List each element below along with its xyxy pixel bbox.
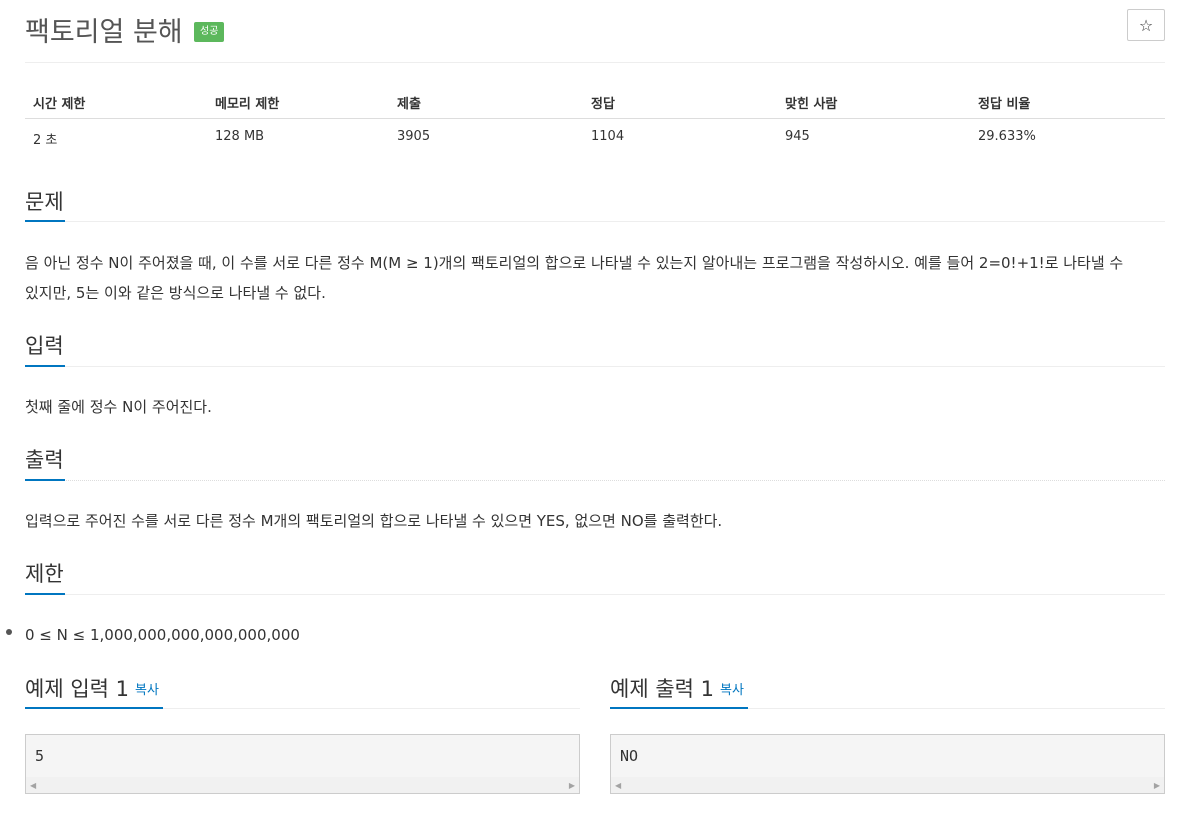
- value-accepted: 1104: [591, 129, 625, 144]
- section-title-input: 입력: [25, 334, 64, 358]
- section-accent: [25, 707, 163, 709]
- star-button[interactable]: ☆: [1127, 9, 1165, 41]
- title-row: 팩토리얼 분해 성공 ☆: [25, 8, 1165, 48]
- value-accept-ratio: 29.633%: [978, 129, 1036, 144]
- value-time-limit: 2 초: [33, 133, 58, 148]
- sample-input-header: 예제 입력 1 복사: [25, 673, 159, 703]
- scroll-right-icon[interactable]: ▶: [1154, 781, 1160, 790]
- section-accent: [25, 220, 65, 222]
- table-row: 2 초 128 MB 3905 1104 945 29.633%: [25, 119, 1165, 151]
- section-divider: [25, 221, 1165, 222]
- section-divider: [25, 594, 1165, 595]
- header-accepted: 정답: [591, 97, 615, 112]
- scroll-right-icon[interactable]: ▶: [569, 781, 575, 790]
- section-accent: [25, 479, 65, 481]
- section-divider: [25, 480, 1165, 481]
- horizontal-scrollbar[interactable]: ◀ ▶: [611, 777, 1164, 793]
- section-title-description: 문제: [25, 190, 64, 214]
- star-icon: ☆: [1138, 15, 1154, 35]
- horizontal-scrollbar[interactable]: ◀ ▶: [26, 777, 579, 793]
- sample-output-box[interactable]: NO ◀ ▶: [610, 734, 1165, 794]
- section-accent: [25, 365, 65, 367]
- section-title-output: 출력: [25, 448, 64, 472]
- copy-output-link[interactable]: 복사: [720, 683, 744, 698]
- status-badge: 성공: [194, 22, 225, 42]
- limit-item: 0 ≤ N ≤ 1,000,000,000,000,000,000: [25, 626, 300, 644]
- bullet-icon: [6, 629, 12, 635]
- description-text: 음 아닌 정수 N이 주어졌을 때, 이 수를 서로 다른 정수 M(M ≥ 1…: [25, 248, 1165, 308]
- value-submissions: 3905: [397, 129, 431, 144]
- sample-output-title: 예제 출력 1: [610, 677, 714, 701]
- sample-output-header: 예제 출력 1 복사: [610, 673, 744, 703]
- description-line: 음 아닌 정수 N이 주어졌을 때, 이 수를 서로 다른 정수 M(M ≥ 1…: [25, 254, 1124, 272]
- table-header-row: 시간 제한 메모리 제한 제출 정답 맞힌 사람 정답 비율: [25, 86, 1165, 119]
- section-accent: [25, 593, 65, 595]
- sample-output-value: NO: [620, 747, 639, 765]
- scroll-left-icon[interactable]: ◀: [30, 781, 36, 790]
- sample-input-box[interactable]: 5 ◀ ▶: [25, 734, 580, 794]
- section-accent: [610, 707, 748, 709]
- divider: [25, 62, 1165, 63]
- section-title-limit: 제한: [25, 562, 64, 586]
- scroll-left-icon[interactable]: ◀: [615, 781, 621, 790]
- header-memory-limit: 메모리 제한: [215, 97, 280, 112]
- value-memory-limit: 128 MB: [215, 129, 265, 144]
- output-text: 입력으로 주어진 수를 서로 다른 정수 M개의 팩토리얼의 합으로 나타낼 수…: [25, 512, 723, 530]
- page-title: 팩토리얼 분해: [25, 17, 183, 48]
- sample-input-title: 예제 입력 1: [25, 677, 129, 701]
- header-submissions: 제출: [397, 97, 421, 112]
- input-text: 첫째 줄에 정수 N이 주어진다.: [25, 398, 212, 416]
- value-solved-users: 945: [785, 129, 810, 144]
- section-divider: [25, 366, 1165, 367]
- header-time-limit: 시간 제한: [33, 97, 86, 112]
- problem-info-table: 시간 제한 메모리 제한 제출 정답 맞힌 사람 정답 비율 2 초 128 M…: [25, 86, 1165, 151]
- copy-input-link[interactable]: 복사: [135, 683, 159, 698]
- header-accept-ratio: 정답 비율: [978, 97, 1031, 112]
- sample-input-value: 5: [35, 747, 45, 765]
- header-solved-users: 맞힌 사람: [785, 97, 838, 112]
- description-line: 있지만, 5는 이와 같은 방식으로 나타낼 수 없다.: [25, 284, 326, 302]
